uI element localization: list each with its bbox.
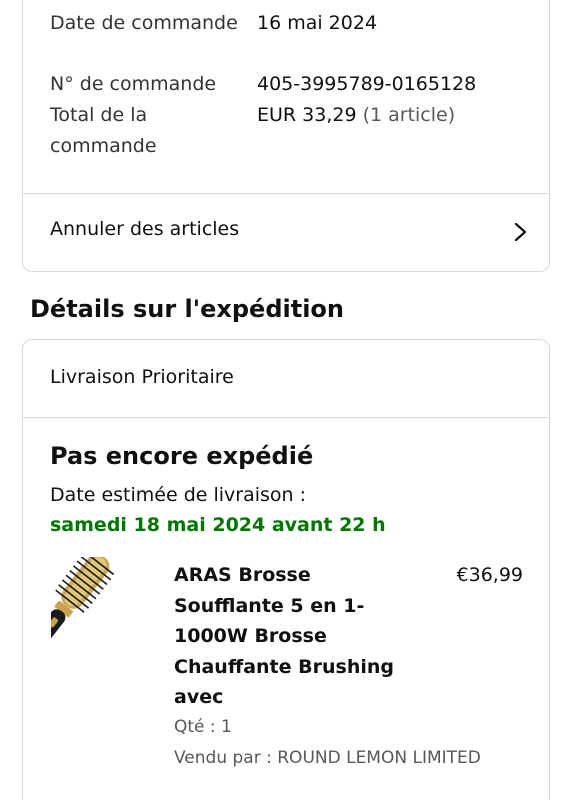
product-title-link[interactable]: ARAS Brosse Soufflante 5 en 1-1000W Bros… — [174, 560, 414, 713]
chevron-right-icon — [514, 222, 527, 242]
order-date-value: 16 mai 2024 — [257, 12, 378, 34]
order-date-label: Date de commande — [50, 12, 238, 34]
order-total-label: Total de la commande — [50, 104, 157, 157]
seller-name: ROUND LEMON LIMITED — [277, 748, 481, 768]
order-total-row: Total de la commande EUR 33,29 (1 articl… — [50, 100, 529, 161]
cancel-items-label: Annuler des articles — [50, 218, 240, 240]
shipping-method: Livraison Prioritaire — [50, 366, 234, 388]
shipment-card: Livraison Prioritaire Pas encore expédié… — [22, 339, 550, 800]
order-total-amount: EUR 33,29 — [257, 104, 357, 126]
shipment-section-title: Détails sur l'expédition — [30, 295, 344, 323]
order-number-label: N° de commande — [50, 73, 217, 95]
cancel-items-button[interactable]: Annuler des articles — [23, 194, 549, 272]
order-date-row: Date de commande 16 mai 2024 — [50, 8, 529, 69]
product-quantity: Qté : 1 — [174, 717, 232, 737]
order-total-count: (1 article) — [356, 104, 456, 126]
product-seller: Vendu par : ROUND LEMON LIMITED — [174, 745, 481, 771]
shipment-divider — [23, 417, 549, 418]
estimated-delivery-date: samedi 18 mai 2024 avant 22 h — [50, 514, 386, 536]
product-price: €36,99 — [456, 564, 523, 586]
seller-prefix: Vendu par : — [174, 748, 278, 768]
hair-dryer-brush-image[interactable] — [51, 557, 151, 667]
order-summary-card: Date de commande 16 mai 2024 N° de comma… — [22, 0, 550, 272]
shipment-status: Pas encore expédié — [50, 442, 314, 470]
order-number-row: N° de commande 405-3995789-0165128 — [50, 69, 529, 100]
order-number-value: 405-3995789-0165128 — [257, 73, 477, 95]
order-total-value: EUR 33,29 (1 article) — [257, 100, 455, 131]
estimated-delivery-label: Date estimée de livraison : — [50, 484, 307, 506]
